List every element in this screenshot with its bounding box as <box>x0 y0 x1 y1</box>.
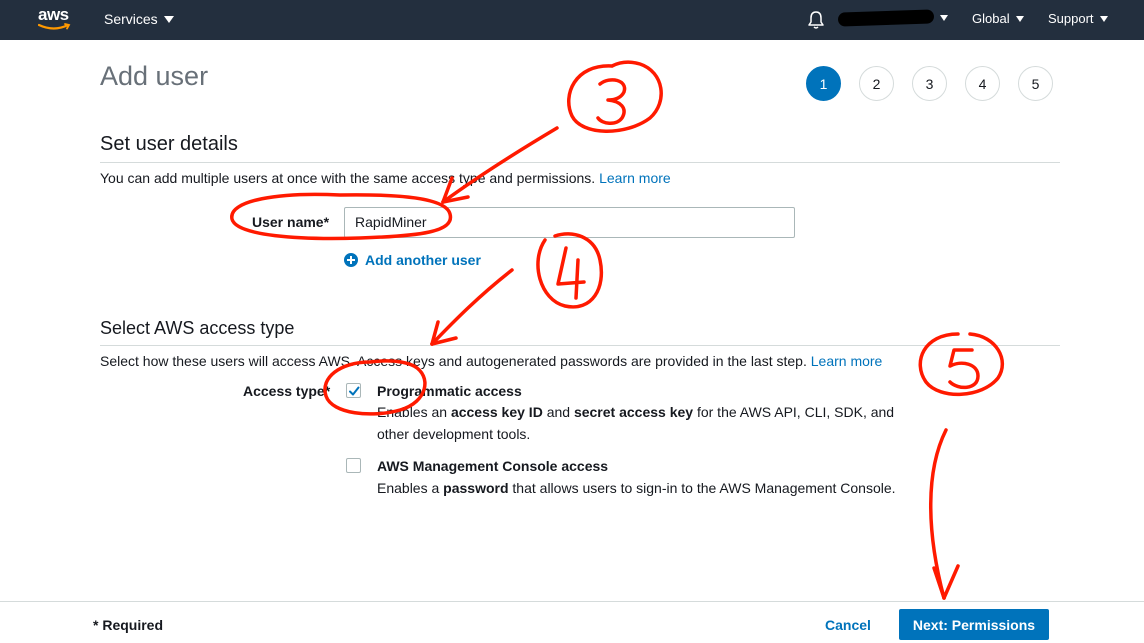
console-access-title: AWS Management Console access <box>377 458 609 474</box>
step-1[interactable]: 1 <box>806 66 841 101</box>
support-label: Support <box>1048 11 1094 26</box>
add-another-user-button[interactable]: Add another user <box>344 252 481 268</box>
annotation-circle-4 <box>536 232 604 309</box>
access-type-label: Access type* <box>243 383 331 399</box>
section-divider <box>100 345 1060 346</box>
console-access-description: Enables a password that allows users to … <box>377 477 917 499</box>
top-nav: aws Services Global Support <box>0 0 1144 40</box>
redacted-account-name <box>837 9 935 27</box>
programmatic-access-checkbox[interactable] <box>346 383 361 398</box>
services-label: Services <box>104 11 158 27</box>
wizard-steps: 1 2 3 4 5 <box>806 66 1053 101</box>
checkmark-icon <box>349 386 360 396</box>
next-permissions-button[interactable]: Next: Permissions <box>899 609 1049 640</box>
access-type-title: Select AWS access type <box>100 318 295 338</box>
caret-down-icon <box>940 15 948 21</box>
access-type-description: Select how these users will access AWS. … <box>100 353 882 369</box>
aws-logo[interactable]: aws <box>38 6 72 32</box>
page-title: Add user <box>100 61 209 91</box>
account-menu[interactable] <box>837 9 948 27</box>
desc-text: and <box>542 404 574 420</box>
bell-icon[interactable] <box>807 10 825 30</box>
annotation-arrow-3 <box>441 126 559 204</box>
cancel-button[interactable]: Cancel <box>825 617 871 633</box>
annotation-circle-3 <box>567 60 663 133</box>
desc-bold: secret access key <box>573 404 694 420</box>
desc-text: Enables an <box>377 404 451 420</box>
desc-text: Enables a <box>377 480 444 496</box>
region-label: Global <box>972 11 1010 26</box>
programmatic-access-description: Enables an access key ID and secret acce… <box>377 401 917 445</box>
user-details-description: You can add multiple users at once with … <box>100 170 671 186</box>
caret-down-icon <box>163 15 174 23</box>
username-label: User name* <box>252 214 330 230</box>
region-menu[interactable]: Global <box>972 11 1024 26</box>
aws-logo-text: aws <box>38 5 69 24</box>
footer-divider <box>0 601 1144 602</box>
learn-more-link[interactable]: Learn more <box>811 353 883 369</box>
annotation-digit-3 <box>596 78 627 125</box>
desc-bold: password <box>443 480 509 496</box>
annotation-arrow-5 <box>929 428 948 600</box>
step-3[interactable]: 3 <box>912 66 947 101</box>
annotation-arrow-4 <box>430 268 514 346</box>
caret-down-icon <box>1099 15 1108 22</box>
annotation-circle-5 <box>918 332 1005 396</box>
user-details-desc-text: You can add multiple users at once with … <box>100 170 600 186</box>
caret-down-icon <box>1015 15 1024 22</box>
annotation-digit-4 <box>556 246 586 300</box>
required-note: * Required <box>93 617 164 633</box>
section-divider <box>100 162 1060 163</box>
services-menu[interactable]: Services <box>104 11 174 27</box>
plus-circle-icon <box>344 253 358 267</box>
username-input[interactable]: RapidMiner <box>344 207 795 238</box>
desc-text: that allows users to sign-in to the AWS … <box>508 480 896 496</box>
annotation-digit-5 <box>948 348 980 390</box>
step-4[interactable]: 4 <box>965 66 1000 101</box>
support-menu[interactable]: Support <box>1048 11 1108 26</box>
programmatic-access-title: Programmatic access <box>377 383 522 399</box>
step-2[interactable]: 2 <box>859 66 894 101</box>
step-5[interactable]: 5 <box>1018 66 1053 101</box>
access-type-desc-text: Select how these users will access AWS. … <box>100 353 811 369</box>
console-access-checkbox[interactable] <box>346 458 361 473</box>
desc-bold: access key ID <box>450 404 543 420</box>
add-another-user-label: Add another user <box>365 252 481 268</box>
user-details-title: Set user details <box>100 133 238 155</box>
learn-more-link[interactable]: Learn more <box>599 170 671 186</box>
aws-smile-icon <box>38 23 71 30</box>
